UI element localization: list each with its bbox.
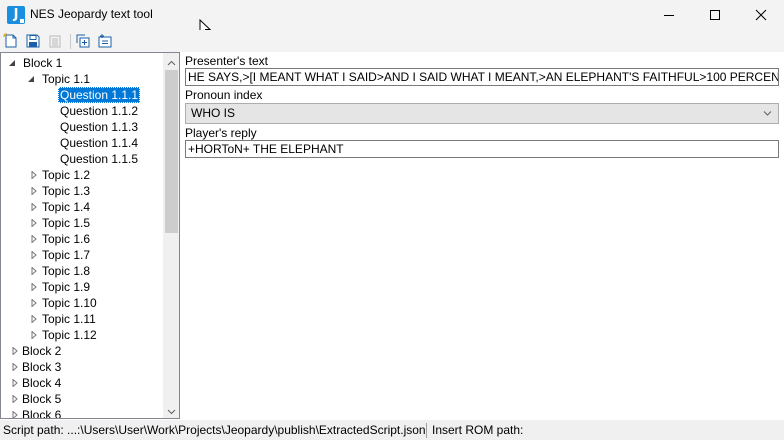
- app-logo-icon: J: [7, 6, 25, 24]
- tree-node-label: Block 3: [22, 360, 62, 374]
- save-icon: [26, 34, 40, 48]
- maximize-icon: [710, 10, 720, 20]
- chevron-down-icon: [763, 111, 772, 116]
- toolbar: [0, 30, 784, 52]
- collapsed-arrow-icon[interactable]: [30, 295, 40, 311]
- import-icon: [98, 34, 112, 48]
- collapsed-arrow-icon[interactable]: [30, 231, 40, 247]
- import-button[interactable]: [96, 32, 114, 50]
- tree-node-label: Topic 1.2: [42, 168, 91, 182]
- script-tree[interactable]: Block 1 Topic 1.1 Question 1.1.1 Questio…: [0, 52, 180, 419]
- player-reply-field[interactable]: +HORToN+ THE ELEPHANT: [185, 140, 779, 158]
- tree-node-label: Topic 1.4: [42, 200, 91, 214]
- tree-node-label: Block 4: [22, 376, 62, 390]
- tree-node-label: Topic 1.10: [42, 296, 97, 310]
- tree-node-label: Block 6: [22, 408, 62, 419]
- collapsed-arrow-icon[interactable]: [30, 311, 40, 327]
- player-reply-label: Player's reply: [185, 126, 257, 140]
- tree-node-label: Topic 1.6: [42, 232, 91, 246]
- tree-node-label: Question 1.1.1: [58, 87, 141, 103]
- collapsed-arrow-icon[interactable]: [30, 215, 40, 231]
- tree-node-label: Block 1: [23, 56, 63, 70]
- tree-node-label: Topic 1.1: [42, 72, 91, 86]
- tree-node-label: Topic 1.3: [42, 184, 91, 198]
- delete-button[interactable]: [46, 32, 64, 50]
- collapsed-arrow-icon[interactable]: [30, 167, 40, 183]
- app-logo-letter: J: [13, 7, 19, 22]
- maximize-button[interactable]: [692, 0, 738, 30]
- status-bar: Script path: ...:\Users\User\Work\Projec…: [0, 420, 784, 440]
- copy-to-rom-icon: [76, 34, 90, 48]
- close-icon: [755, 9, 767, 21]
- tree-node-label: Question 1.1.3: [60, 120, 139, 134]
- title-bar: J NES Jeopardy text tool: [0, 0, 784, 37]
- collapsed-arrow-icon[interactable]: [30, 247, 40, 263]
- tree-node-label: Question 1.1.5: [60, 152, 139, 166]
- delete-icon: [49, 35, 61, 48]
- pronoun-index-label: Pronoun index: [185, 88, 263, 102]
- tree-node-label: Topic 1.8: [42, 264, 91, 278]
- collapsed-arrow-icon[interactable]: [30, 199, 40, 215]
- tree-node-label: Block 2: [22, 344, 62, 358]
- collapsed-arrow-icon[interactable]: [30, 263, 40, 279]
- collapsed-arrow-icon[interactable]: [30, 183, 40, 199]
- new-file-icon: [3, 33, 17, 48]
- rom-path-status: Insert ROM path:: [432, 423, 524, 437]
- status-separator: [426, 423, 427, 438]
- window-title: NES Jeopardy text tool: [30, 7, 153, 21]
- presenter-text-field[interactable]: HE SAYS,>[I MEANT WHAT I SAID>AND I SAID…: [185, 68, 779, 86]
- save-button[interactable]: [24, 32, 42, 50]
- expanded-arrow-icon[interactable]: [8, 55, 18, 71]
- tree-node-label: Block 5: [22, 392, 62, 406]
- tree-node-label: Topic 1.11: [42, 312, 96, 326]
- pronoun-index-value: WHO IS: [191, 106, 235, 120]
- tree-node-label: Topic 1.5: [42, 216, 91, 230]
- tree-node-label: Question 1.1.4: [60, 136, 139, 150]
- scroll-up-icon[interactable]: [167, 57, 176, 66]
- tree-node-label: Question 1.1.2: [60, 104, 139, 118]
- collapsed-arrow-icon[interactable]: [30, 327, 40, 343]
- minimize-button[interactable]: [646, 0, 692, 30]
- tree-node-label: Topic 1.12: [42, 328, 97, 342]
- scrollbar-thumb[interactable]: [165, 70, 178, 233]
- expanded-arrow-icon[interactable]: [27, 71, 37, 87]
- new-file-button[interactable]: [2, 32, 20, 50]
- close-button[interactable]: [738, 0, 784, 30]
- script-path-status: Script path: ...:\Users\User\Work\Projec…: [3, 423, 426, 437]
- app-window: J NES Jeopardy text tool Block 1 Topic 1…: [0, 0, 784, 440]
- presenter-text-label: Presenter's text: [185, 54, 268, 68]
- tree-scrollbar[interactable]: [163, 53, 179, 418]
- toolbar-separator: [70, 34, 71, 49]
- tree-node-label: Topic 1.9: [42, 280, 91, 294]
- copy-to-rom-button[interactable]: [74, 32, 92, 50]
- collapsed-arrow-icon[interactable]: [30, 279, 40, 295]
- pronoun-index-select[interactable]: WHO IS: [185, 103, 779, 124]
- tree-node-label: Topic 1.7: [42, 248, 91, 262]
- scroll-down-icon[interactable]: [167, 405, 176, 415]
- minimize-icon: [664, 15, 674, 16]
